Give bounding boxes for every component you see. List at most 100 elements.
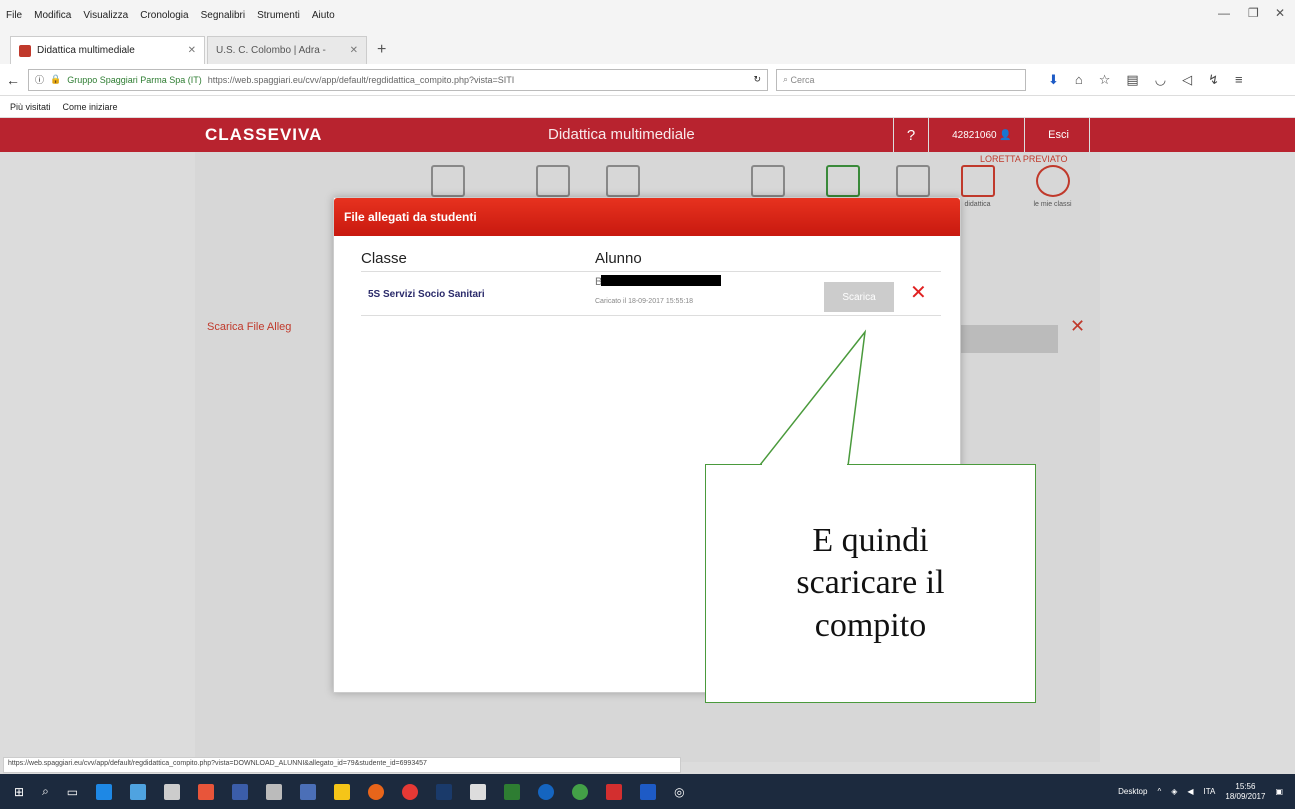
home-icon[interactable]: ⌂ [1075, 72, 1083, 88]
lang-label[interactable]: ITA [1204, 787, 1216, 796]
search-icon[interactable]: ⌕ [42, 784, 49, 799]
menu-aiuto[interactable]: Aiuto [312, 10, 335, 21]
user-code[interactable]: 42821060 👤 [940, 118, 1025, 152]
tool-list-icon[interactable] [420, 165, 475, 201]
word-icon[interactable] [640, 783, 657, 800]
photoshop-icon[interactable] [436, 783, 453, 800]
background-button [960, 325, 1058, 353]
tray-chevron-icon[interactable]: ^ [1157, 787, 1161, 796]
acrobat-icon[interactable] [606, 783, 623, 800]
library-icon[interactable]: ▤ [1126, 72, 1138, 88]
bookmark-star-icon[interactable]: ☆ [1099, 72, 1111, 88]
menu-strumenti[interactable]: Strumenti [257, 10, 300, 21]
minimize-icon[interactable]: — [1218, 6, 1230, 20]
network-icon[interactable]: ◈ [1171, 787, 1177, 796]
modal-title: File allegati da studenti [334, 198, 960, 236]
download-icon[interactable]: ⬇ [1048, 72, 1059, 88]
explorer-icon[interactable] [130, 783, 147, 800]
close-window-icon[interactable]: ✕ [1275, 6, 1285, 20]
app-icon[interactable] [538, 783, 555, 800]
app-icon[interactable] [232, 783, 249, 800]
menu-file[interactable]: File [6, 10, 22, 21]
tab-bar: Didattica multimediale ✕ U.S. C. Colombo… [0, 30, 1295, 64]
logout-button[interactable]: Esci [1028, 118, 1090, 152]
help-button[interactable]: ? [893, 118, 929, 152]
extension-icon[interactable]: ↯ [1208, 72, 1219, 88]
taskbar: ⊞ ⌕ ▭ ◎ [0, 774, 1295, 809]
send-icon[interactable]: ◁ [1182, 72, 1192, 88]
bookmark-getting-started[interactable]: Come iniziare [63, 102, 118, 112]
new-tab-icon[interactable]: + [369, 41, 394, 59]
lock-icon: 🔒 [50, 74, 62, 84]
page-title: Didattica multimediale [548, 126, 695, 143]
download-button[interactable]: Scarica [824, 282, 894, 312]
background-close-icon[interactable]: ✕ [1070, 316, 1085, 337]
tool-my-classes[interactable]: le mie classi [1025, 165, 1080, 208]
clock-time: 15:56 [1235, 781, 1256, 791]
clock-date: 18/09/2017 [1225, 791, 1266, 801]
teacher-name: LORETTA PREVIATO [980, 154, 1068, 164]
desktop-label[interactable]: Desktop [1118, 787, 1147, 796]
menu-visualizza[interactable]: Visualizza [83, 10, 128, 21]
tab-colombo[interactable]: U.S. C. Colombo | Adra - ✕ [207, 36, 367, 64]
search-placeholder: Cerca [790, 74, 815, 85]
system-tray: Desktop ^ ◈ ◀ ITA 15:56 18/09/2017 ▣ [1118, 774, 1283, 809]
chrome-icon[interactable] [572, 783, 589, 800]
url-text[interactable]: https://web.spaggiari.eu/cvv/app/default… [208, 75, 514, 85]
tab-didattica[interactable]: Didattica multimediale ✕ [10, 36, 205, 64]
maximize-icon[interactable]: ❐ [1248, 6, 1259, 20]
tab-title: Didattica multimediale [37, 45, 135, 56]
tool-screen-icon[interactable] [740, 165, 795, 201]
delete-icon[interactable]: ✕ [910, 280, 927, 305]
menu-cronologia[interactable]: Cronologia [140, 10, 188, 21]
tool-board-icon[interactable] [815, 165, 870, 201]
bookmarks-bar: Più visitati Come iniziare [0, 96, 1295, 118]
callout-line-1: E quindi [812, 521, 929, 559]
office-icon[interactable] [198, 783, 215, 800]
tool-presentation-icon[interactable] [525, 165, 580, 201]
callout-line-2: scaricare il [796, 564, 945, 602]
reload-icon[interactable]: ↻ [753, 74, 761, 85]
store-icon[interactable] [164, 783, 181, 800]
task-view-icon[interactable]: ▭ [67, 785, 78, 799]
bookmark-most-visited[interactable]: Più visitati [10, 102, 51, 112]
notifications-icon[interactable]: ▣ [1275, 787, 1283, 796]
windows-start-icon[interactable]: ⊞ [14, 785, 24, 799]
tab-close-icon[interactable]: ✕ [188, 45, 196, 56]
tool-students-icon[interactable] [885, 165, 940, 201]
app-logo[interactable]: CLASSEVIVA [205, 125, 322, 145]
browser-menubar: File Modifica Visualizza Cronologia Segn… [0, 0, 1295, 30]
navigation-bar: ← ⓘ 🔒 Gruppo Spaggiari Parma Spa (IT) ht… [0, 64, 1295, 96]
menu-hamburger-icon[interactable]: ≡ [1235, 72, 1243, 88]
volume-icon[interactable]: ◀ [1187, 787, 1193, 796]
app-icon[interactable] [300, 783, 317, 800]
instruction-callout: E quindi scaricare il compito [705, 464, 1036, 703]
firefox-icon[interactable] [368, 783, 385, 800]
chrome-icon[interactable] [402, 783, 419, 800]
search-input[interactable]: ⌕ Cerca [776, 68, 1026, 91]
pocket-icon[interactable]: ◡ [1155, 72, 1166, 88]
settings-icon[interactable]: ◎ [674, 785, 684, 799]
column-student: Alunno [595, 250, 642, 267]
tab-close-icon[interactable]: ✕ [350, 45, 358, 56]
site-identity: Gruppo Spaggiari Parma Spa (IT) [67, 74, 202, 85]
menu-modifica[interactable]: Modifica [34, 10, 71, 21]
menu-segnalibri[interactable]: Segnalibri [201, 10, 245, 21]
sticky-notes-icon[interactable] [334, 783, 351, 800]
user-code-text: 42821060 [952, 129, 997, 141]
row-class: 5S Servizi Socio Sanitari [368, 289, 485, 300]
excel-icon[interactable] [504, 783, 521, 800]
back-icon[interactable]: ← [6, 72, 20, 88]
clock[interactable]: 15:56 18/09/2017 [1225, 782, 1265, 801]
edge-icon[interactable] [96, 783, 113, 800]
calculator-icon[interactable] [266, 783, 283, 800]
status-bar: https://web.spaggiari.eu/cvv/app/default… [3, 757, 681, 773]
tab-title: U.S. C. Colombo | Adra - [216, 45, 326, 56]
download-files-label: Scarica File Alleg [207, 321, 292, 333]
url-bar[interactable]: ⓘ 🔒 Gruppo Spaggiari Parma Spa (IT) http… [28, 68, 768, 91]
info-icon[interactable]: ⓘ [35, 73, 44, 86]
table-row: 5S Servizi Socio Sanitari B Caricato il … [361, 272, 941, 316]
mail-icon[interactable] [470, 783, 487, 800]
redaction-bar [601, 275, 721, 286]
tool-homework-icon[interactable] [595, 165, 650, 201]
